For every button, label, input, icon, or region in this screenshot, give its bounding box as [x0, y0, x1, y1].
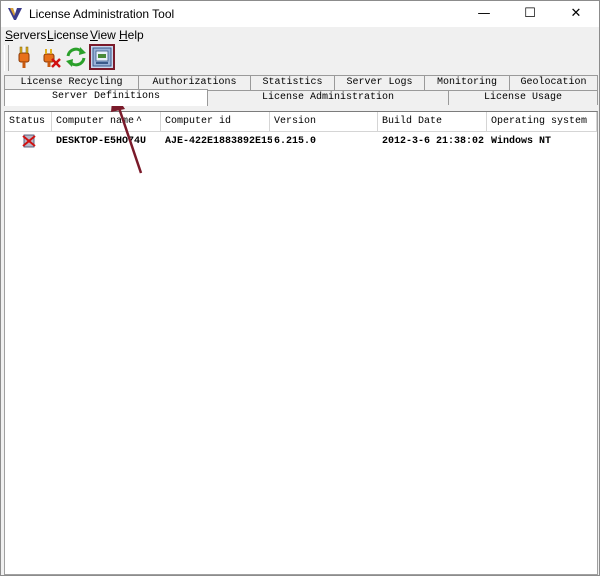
col-header-computer-name-label: Computer name: [56, 116, 135, 127]
app-window: License Administration Tool — ☐ ✕ Server…: [0, 0, 600, 576]
toolbar-grip[interactable]: [4, 45, 9, 71]
cell-build-date: 2012-3-6 21:38:02: [382, 136, 485, 147]
toolbar: [1, 43, 599, 73]
menu-bar: Servers License View Help: [1, 27, 599, 43]
col-header-status[interactable]: Status: [5, 112, 52, 132]
status-cell: [22, 134, 38, 150]
tab-license-usage[interactable]: License Usage: [448, 90, 598, 105]
sort-ascending-icon: ^: [136, 116, 143, 127]
disconnect-button[interactable]: [37, 44, 63, 70]
menu-view-label: iew: [97, 28, 116, 42]
menu-view[interactable]: View: [90, 28, 116, 42]
maximize-button[interactable]: ☐: [507, 1, 553, 27]
tab-monitoring[interactable]: Monitoring: [424, 75, 510, 90]
col-header-version[interactable]: Version: [270, 112, 378, 132]
cell-version: 6.215.0: [274, 136, 317, 147]
tab-server-definitions[interactable]: Server Definitions: [4, 89, 208, 106]
window-title: License Administration Tool: [29, 7, 175, 21]
tab-geolocation[interactable]: Geolocation: [509, 75, 598, 90]
tab-strip: License Recycling Authorizations Statist…: [1, 73, 599, 109]
connect-button[interactable]: [11, 44, 37, 70]
menu-servers-label: ervers: [13, 28, 47, 42]
properties-button[interactable]: [89, 44, 115, 70]
menu-help[interactable]: Help: [119, 28, 144, 42]
refresh-button[interactable]: [63, 44, 89, 70]
server-table: Status Computer name ^ Computer id Versio…: [4, 111, 598, 575]
menu-license-accel: L: [47, 28, 54, 42]
minimize-button[interactable]: —: [461, 1, 507, 27]
cell-operating-system: Windows NT: [491, 136, 552, 147]
menu-servers[interactable]: Servers: [5, 28, 46, 42]
col-header-operating-system[interactable]: Operating system: [487, 112, 597, 132]
menu-servers-accel: S: [5, 28, 14, 42]
menu-view-accel: V: [90, 28, 98, 42]
tab-statistics[interactable]: Statistics: [250, 75, 335, 90]
close-button[interactable]: ✕: [553, 1, 599, 27]
tab-authorizations[interactable]: Authorizations: [138, 75, 251, 90]
cell-computer-name: DESKTOP-E5HO74U: [56, 136, 147, 147]
properties-icon: [92, 47, 112, 67]
col-header-computer-name[interactable]: Computer name ^: [52, 112, 161, 132]
app-logo-icon: [8, 8, 22, 20]
menu-license[interactable]: License: [47, 28, 88, 42]
cell-computer-id: AJE-422E1883892E15: [165, 136, 272, 147]
menu-license-label: icense: [53, 28, 89, 42]
plug-connect-icon: [18, 46, 30, 68]
menu-help-accel: H: [119, 28, 128, 42]
col-header-build-date[interactable]: Build Date: [378, 112, 487, 132]
disconnected-server-icon: [22, 134, 36, 148]
title-bar: License Administration Tool — ☐ ✕: [1, 1, 599, 27]
menu-help-label: elp: [127, 28, 144, 42]
tab-license-recycling[interactable]: License Recycling: [4, 75, 139, 90]
tab-license-administration[interactable]: License Administration: [207, 90, 449, 105]
tab-server-logs[interactable]: Server Logs: [334, 75, 425, 90]
col-header-computer-id[interactable]: Computer id: [161, 112, 270, 132]
refresh-icon: [66, 47, 86, 67]
plug-disconnect-icon: [43, 49, 61, 68]
